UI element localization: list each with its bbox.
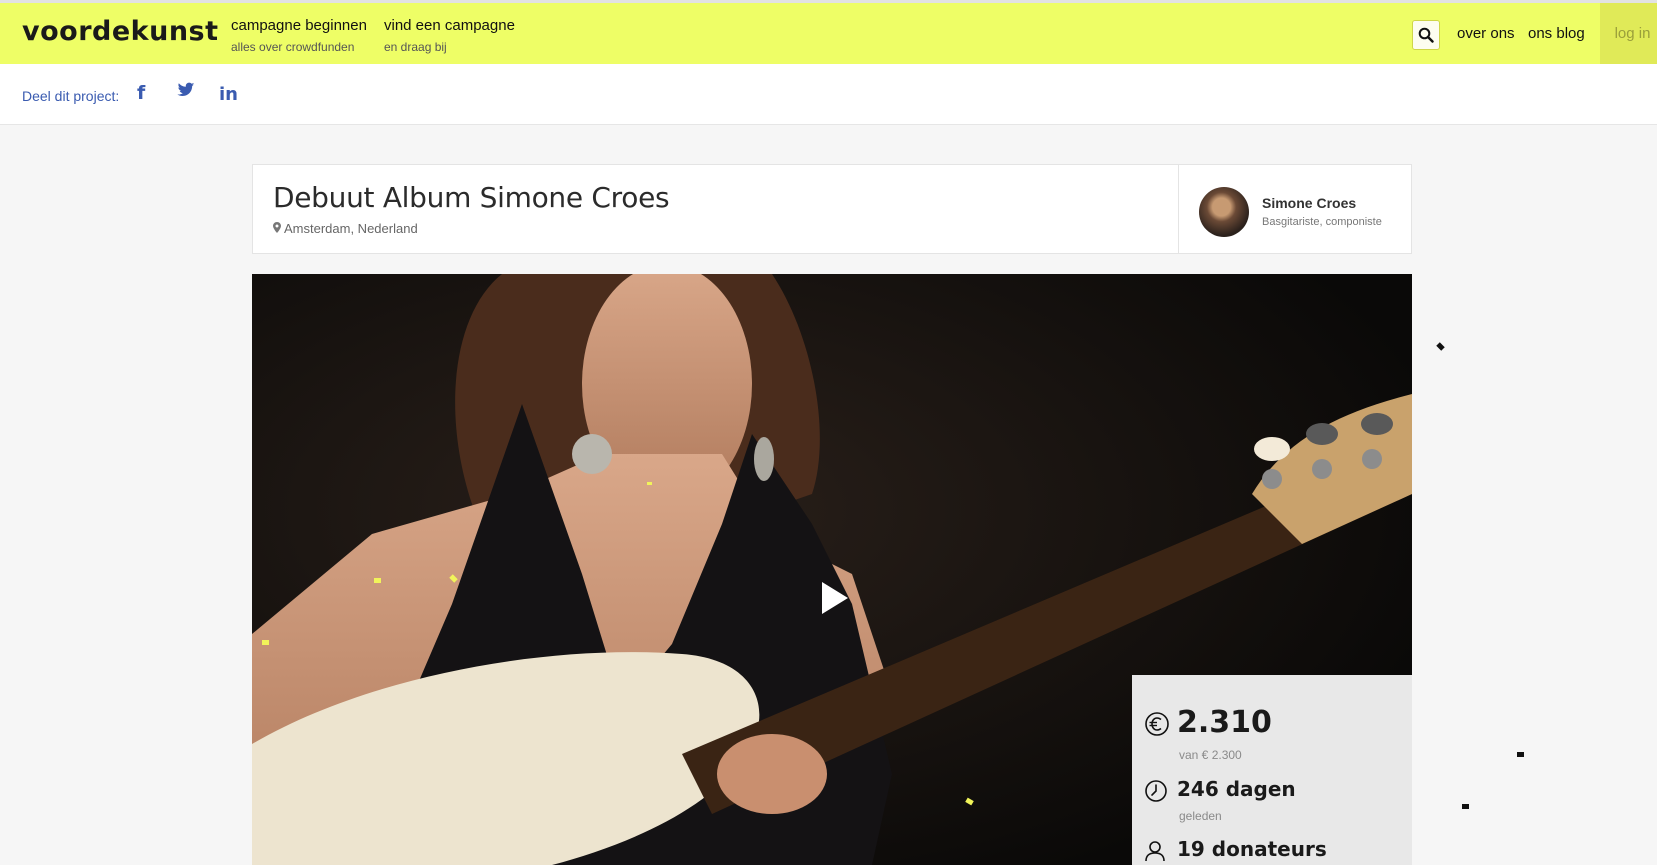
author-card[interactable]: Simone Croes Basgitariste, componiste (1179, 164, 1412, 254)
nav-subtitle: en draag bij (384, 40, 447, 54)
clock-icon (1145, 780, 1167, 802)
project-title: Debuut Album Simone Croes (273, 181, 670, 214)
play-icon[interactable] (822, 582, 848, 614)
linkedin-icon[interactable]: in (219, 84, 238, 105)
over-ons-link[interactable]: over ons (1457, 25, 1515, 42)
login-button[interactable]: log in (1600, 3, 1657, 64)
ons-blog-link[interactable]: ons blog (1528, 25, 1585, 42)
confetti (1436, 342, 1445, 351)
map-pin-icon (273, 221, 281, 236)
search-icon (1418, 27, 1434, 43)
avatar[interactable] (1199, 187, 1249, 237)
location-text: Amsterdam, Nederland (284, 221, 418, 236)
project-title-card: Debuut Album Simone Croes Amsterdam, Ned… (252, 164, 1179, 254)
donor-count: 19 donateurs (1177, 837, 1327, 861)
confetti (374, 578, 381, 583)
top-navigation-bar: voordekunst campagne beginnen alles over… (0, 0, 1657, 64)
facebook-icon[interactable]: f (137, 82, 145, 104)
amount-goal: van € 2.300 (1179, 748, 1242, 762)
share-label: Deel dit project: (22, 88, 120, 104)
project-location: Amsterdam, Nederland (273, 221, 418, 236)
nav-vind-een-campagne[interactable]: vind een campagne en draag bij (384, 17, 515, 54)
author-role: Basgitariste, componiste (1262, 216, 1382, 228)
nav-campagne-beginnen[interactable]: campagne beginnen alles over crowdfunden (231, 17, 367, 54)
confetti (262, 640, 269, 645)
campaign-days: 246 dagen (1177, 777, 1296, 801)
confetti (1517, 752, 1524, 757)
search-button[interactable] (1412, 20, 1440, 50)
campaign-days-sub: geleden (1179, 809, 1222, 823)
amount-raised: 2.310 (1177, 705, 1272, 740)
person-icon (1145, 841, 1165, 862)
funding-stats-panel: 2.310 van € 2.300 246 dagen geleden 19 d… (1132, 675, 1412, 865)
nav-title: vind een campagne (384, 17, 515, 34)
site-logo[interactable]: voordekunst (22, 16, 219, 47)
confetti (647, 482, 652, 485)
author-name[interactable]: Simone Croes (1262, 195, 1356, 211)
twitter-icon[interactable] (177, 82, 195, 104)
nav-subtitle: alles over crowdfunden (231, 40, 355, 54)
confetti (1462, 804, 1469, 809)
share-bar: Deel dit project: f in (0, 64, 1657, 125)
nav-title: campagne beginnen (231, 17, 367, 34)
euro-icon (1145, 712, 1169, 736)
